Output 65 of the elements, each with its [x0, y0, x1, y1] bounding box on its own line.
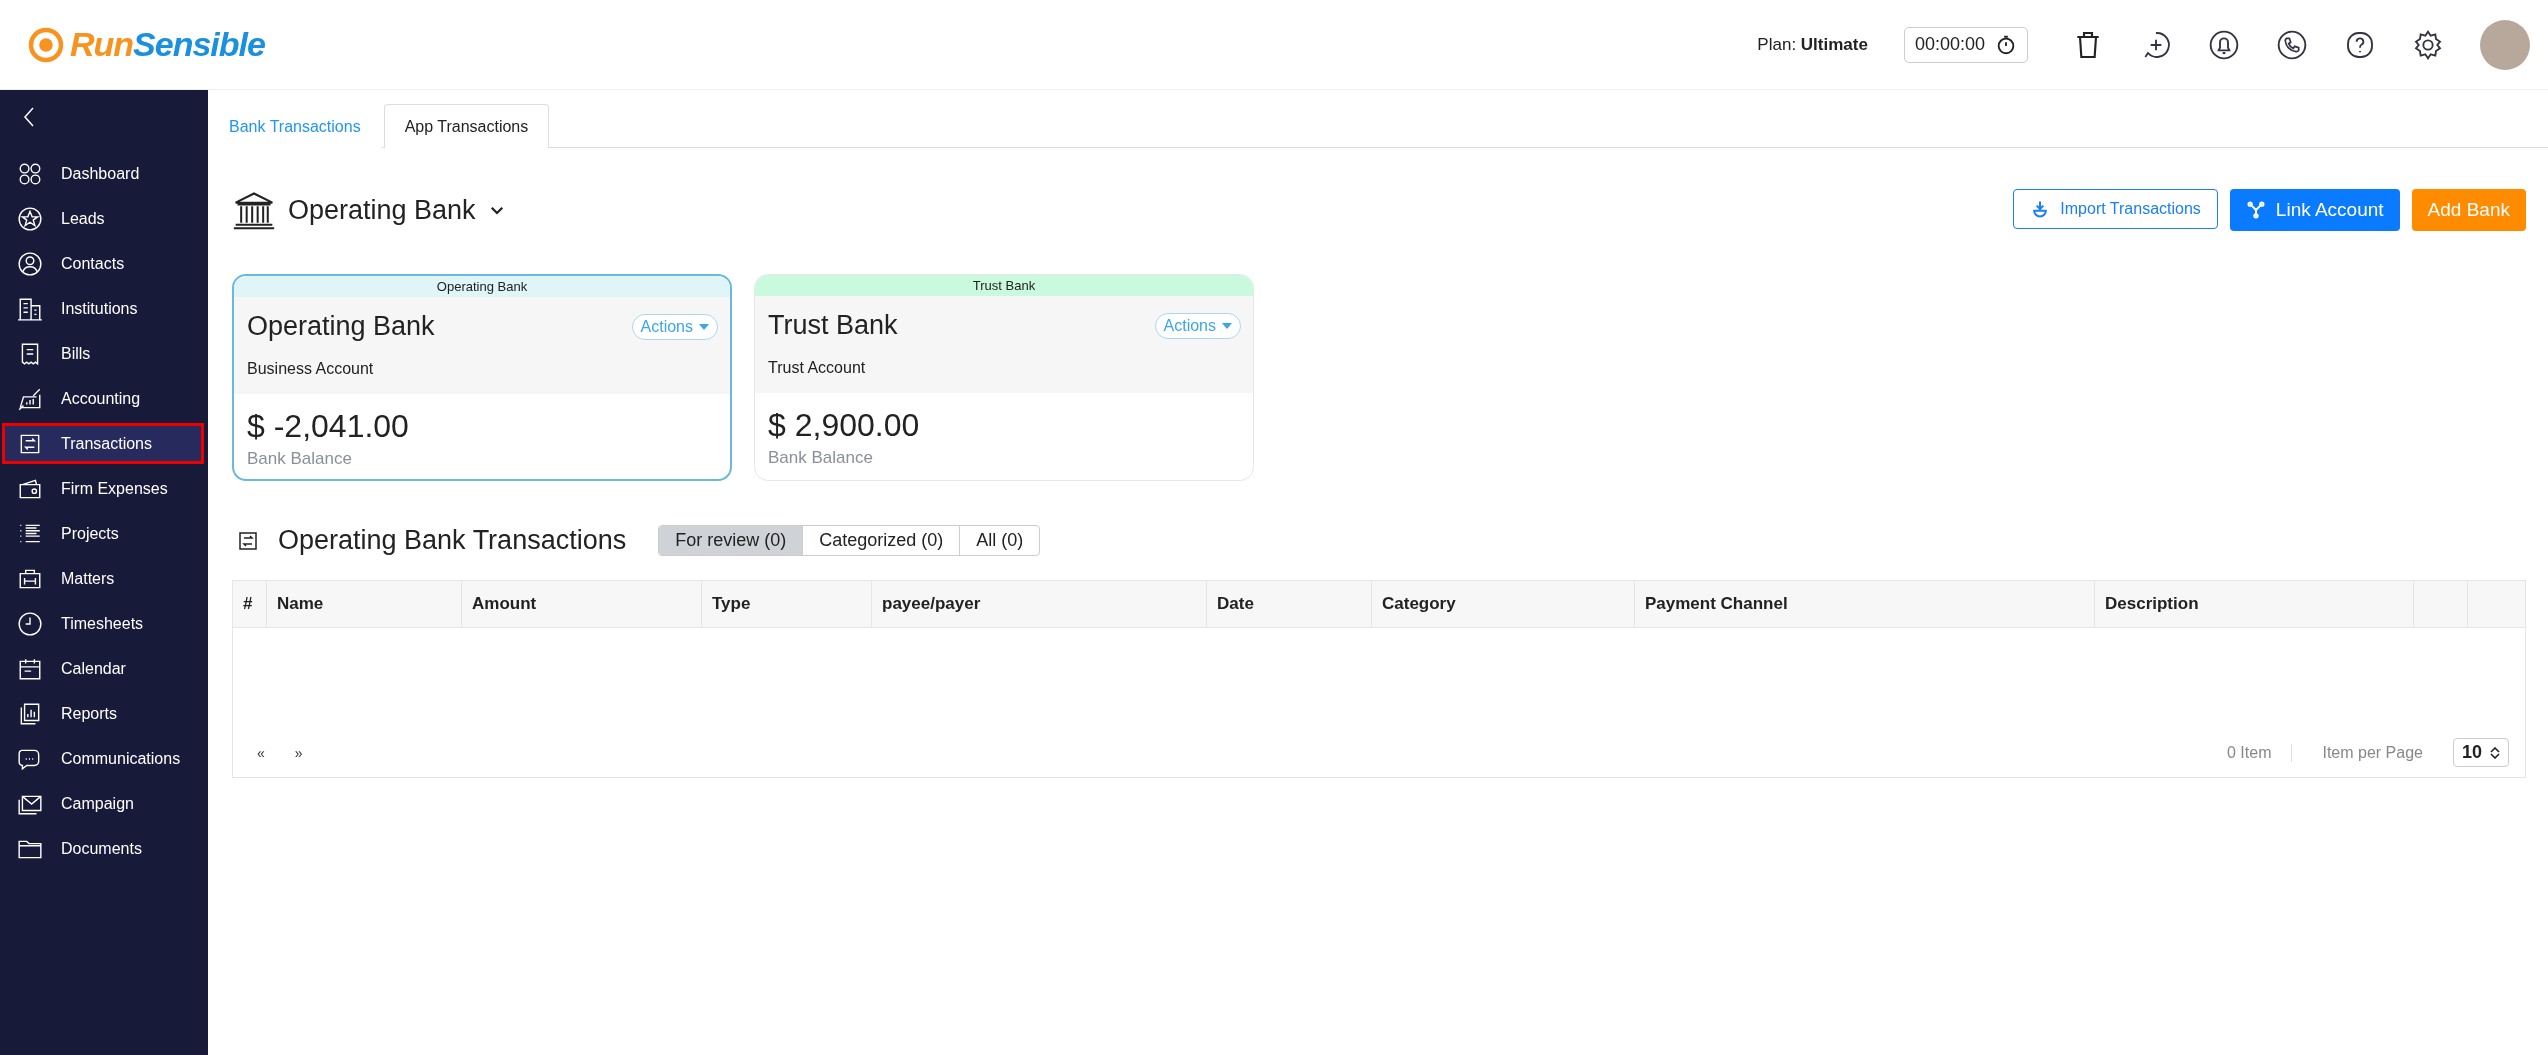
column-header: Payment Channel: [1634, 581, 2094, 627]
clock-icon: [17, 610, 43, 637]
per-page-label: Item per Page: [2322, 743, 2423, 762]
bank-card[interactable]: Operating Bank Operating Bank Actions Business Account $ -2,041.00 Bank Balance: [232, 274, 732, 481]
sidebar-item[interactable]: Reports: [2, 693, 204, 734]
sidebar-item[interactable]: Campaign: [2, 783, 204, 824]
sidebar-item[interactable]: Dashboard: [2, 153, 204, 194]
sidebar-item[interactable]: Accounting: [2, 378, 204, 419]
balance-amount: $ 2,900.00: [768, 407, 921, 444]
account-type: Trust Account: [768, 359, 867, 377]
filter-tab[interactable]: Categorized (0): [802, 526, 960, 555]
section-title: Operating Bank Transactions: [278, 525, 627, 556]
card-tag: Trust Bank: [755, 275, 1253, 296]
timer-field[interactable]: 00:00:00: [1903, 26, 2028, 63]
sidebar-item[interactable]: Leads: [2, 198, 204, 239]
settings-icon[interactable]: [2412, 28, 2444, 61]
sidebar-item[interactable]: Firm Expenses: [2, 468, 204, 509]
card-tag: Operating Bank: [234, 276, 730, 297]
balance-label: Bank Balance: [768, 448, 874, 468]
sort-arrows-icon: [2490, 746, 2500, 759]
column-header: payee/payer: [871, 581, 1206, 627]
action-button[interactable]: Import Transactions: [2013, 189, 2218, 229]
action-button[interactable]: Link Account: [2229, 189, 2400, 231]
logo-text: RunSensible: [70, 25, 265, 64]
logo-icon: [28, 26, 64, 63]
account-type: Business Account: [247, 360, 375, 378]
phone-icon[interactable]: [2276, 28, 2308, 61]
sidebar-item[interactable]: Matters: [2, 558, 204, 599]
column-header: Amount: [461, 581, 701, 627]
sidebar-item[interactable]: Transactions: [2, 423, 204, 464]
bank-selector[interactable]: Operating Bank: [288, 194, 476, 226]
bell-icon[interactable]: [2208, 28, 2240, 61]
balance-label: Bank Balance: [247, 449, 353, 469]
sidebar-item[interactable]: Bills: [2, 333, 204, 374]
star-icon: [17, 205, 43, 232]
filter-tab[interactable]: For review (0): [659, 526, 803, 555]
plan-label: Plan: Ultimate: [1757, 34, 1868, 55]
next-page-link[interactable]: »: [294, 744, 303, 761]
column-header: Type: [701, 581, 871, 627]
filter-tab[interactable]: All (0): [959, 526, 1040, 555]
sidebar-item[interactable]: Contacts: [2, 243, 204, 284]
sidebar-item[interactable]: Institutions: [2, 288, 204, 329]
card-title: Operating Bank: [247, 311, 435, 342]
user-icon: [17, 250, 43, 277]
item-count: 0 Item: [2227, 743, 2293, 762]
tab[interactable]: App Transactions: [383, 104, 550, 148]
sidebar-item[interactable]: Timesheets: [2, 603, 204, 644]
bank-card[interactable]: Trust Bank Trust Bank Actions Trust Account $ 2,900.00 Bank Balance: [754, 274, 1254, 481]
column-header: Date: [1206, 581, 1371, 627]
column-header: #: [242, 593, 254, 615]
caret-icon: [1222, 322, 1232, 329]
sidebar-item[interactable]: Communications: [2, 738, 204, 779]
column-header: Category: [1371, 581, 1634, 627]
card-title: Trust Bank: [768, 310, 898, 341]
column-header: Name: [266, 581, 461, 627]
network-icon: [2245, 200, 2266, 220]
caret-icon: [699, 323, 709, 330]
sidebar-item[interactable]: Documents: [2, 828, 204, 869]
sidebar-item[interactable]: Projects: [2, 513, 204, 554]
stopwatch-icon[interactable]: [1995, 33, 2017, 56]
column-header: Description: [2094, 581, 2413, 627]
sidebar-item[interactable]: Calendar: [2, 648, 204, 689]
balance-amount: $ -2,041.00: [247, 408, 410, 445]
per-page-select[interactable]: 10: [2452, 738, 2509, 767]
previous-page-link[interactable]: «: [257, 744, 265, 761]
